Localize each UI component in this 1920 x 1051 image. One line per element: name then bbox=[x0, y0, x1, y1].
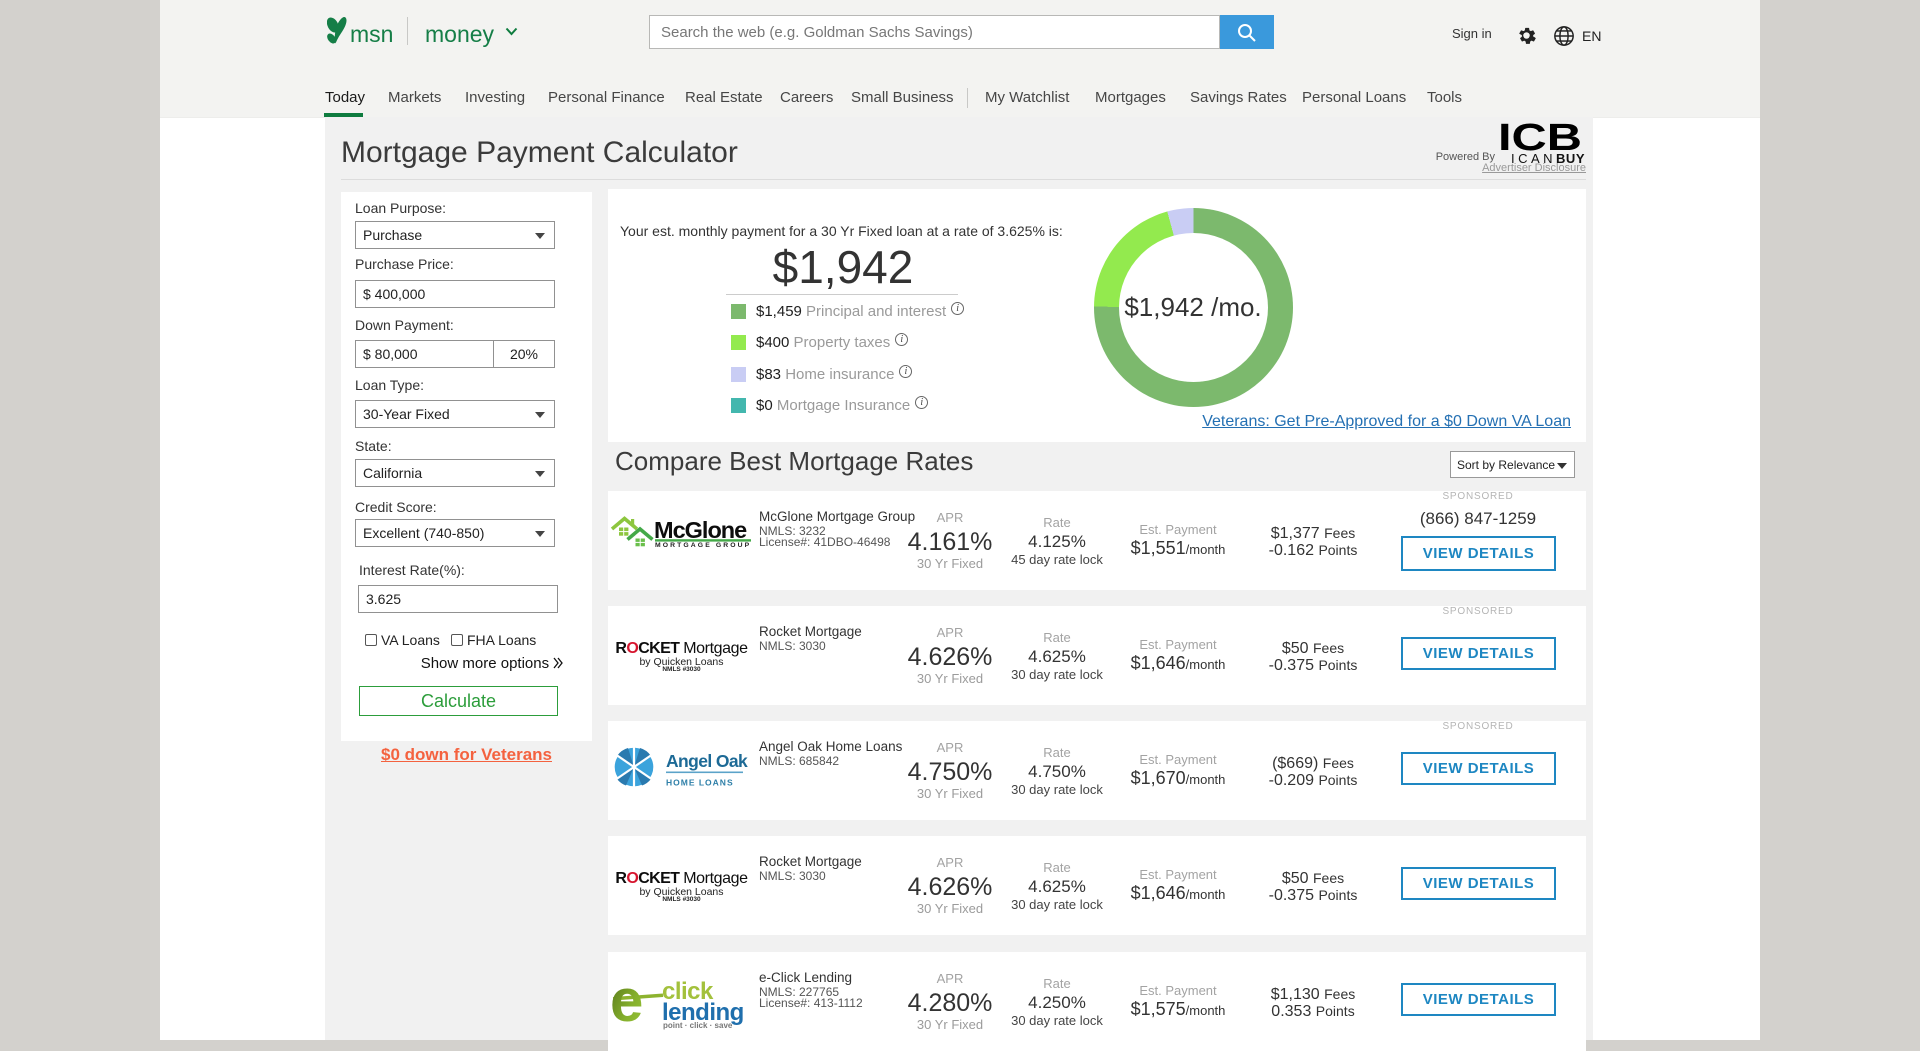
svg-text:e: e bbox=[612, 968, 643, 1032]
svg-text:ICB: ICB bbox=[1498, 119, 1582, 153]
svg-text:McGlone: McGlone bbox=[654, 517, 747, 543]
svg-text:Angel Oak: Angel Oak bbox=[666, 751, 748, 771]
svg-text:point · click · save: point · click · save bbox=[663, 1021, 733, 1030]
svg-text:MORTGAGE GROUP: MORTGAGE GROUP bbox=[655, 542, 751, 549]
svg-text:HOME LOANS: HOME LOANS bbox=[666, 778, 734, 788]
